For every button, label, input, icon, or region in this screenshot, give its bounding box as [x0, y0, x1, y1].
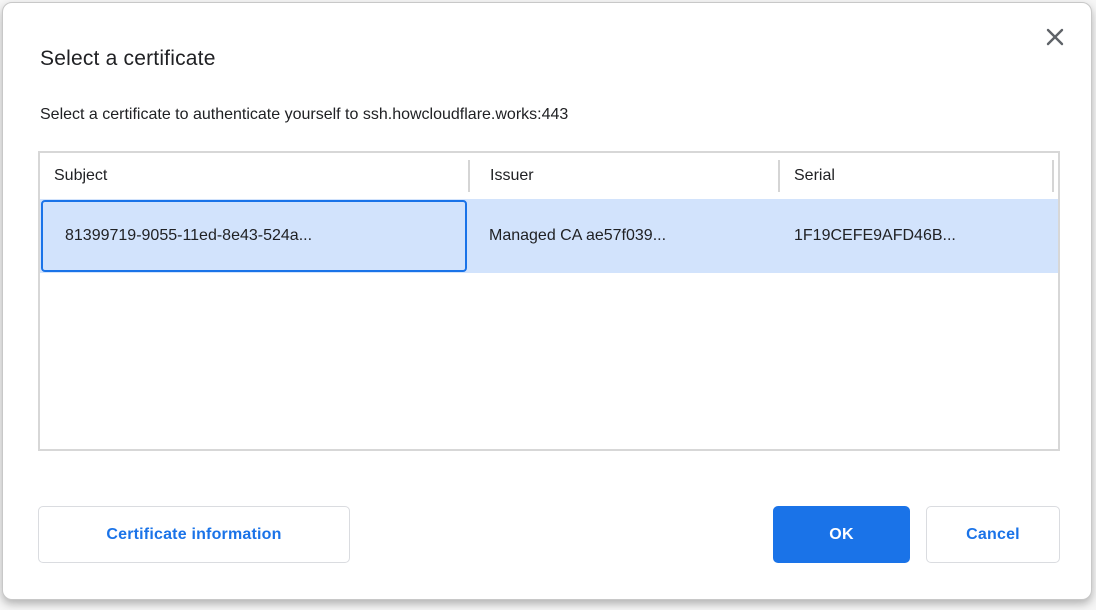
certificate-serial-cell[interactable]: 1F19CEFE9AFD46B...	[778, 199, 1058, 273]
table-header-row: Subject Issuer Serial	[40, 153, 1058, 199]
certificate-table: Subject Issuer Serial 81399719-9055-11ed…	[38, 151, 1060, 451]
certificate-select-dialog: Select a certificate Select a certificat…	[2, 2, 1092, 600]
dialog-title: Select a certificate	[40, 47, 216, 71]
certificate-information-button[interactable]: Certificate information	[38, 506, 350, 563]
dialog-subtitle: Select a certificate to authenticate you…	[40, 106, 568, 124]
column-header-issuer: Issuer	[468, 167, 778, 185]
column-header-subject: Subject	[40, 167, 468, 185]
column-divider	[778, 160, 780, 192]
close-icon	[1044, 26, 1066, 48]
column-divider	[1052, 160, 1054, 192]
cancel-button[interactable]: Cancel	[926, 506, 1060, 563]
column-header-serial: Serial	[778, 167, 1058, 185]
ok-button[interactable]: OK	[773, 506, 910, 563]
close-button[interactable]	[1042, 24, 1068, 50]
column-divider	[468, 160, 470, 192]
certificate-subject-cell[interactable]: 81399719-9055-11ed-8e43-524a...	[41, 200, 467, 272]
certificate-row-selected[interactable]: 81399719-9055-11ed-8e43-524a... Managed …	[40, 199, 1058, 273]
certificate-issuer-cell[interactable]: Managed CA ae57f039...	[467, 199, 778, 273]
